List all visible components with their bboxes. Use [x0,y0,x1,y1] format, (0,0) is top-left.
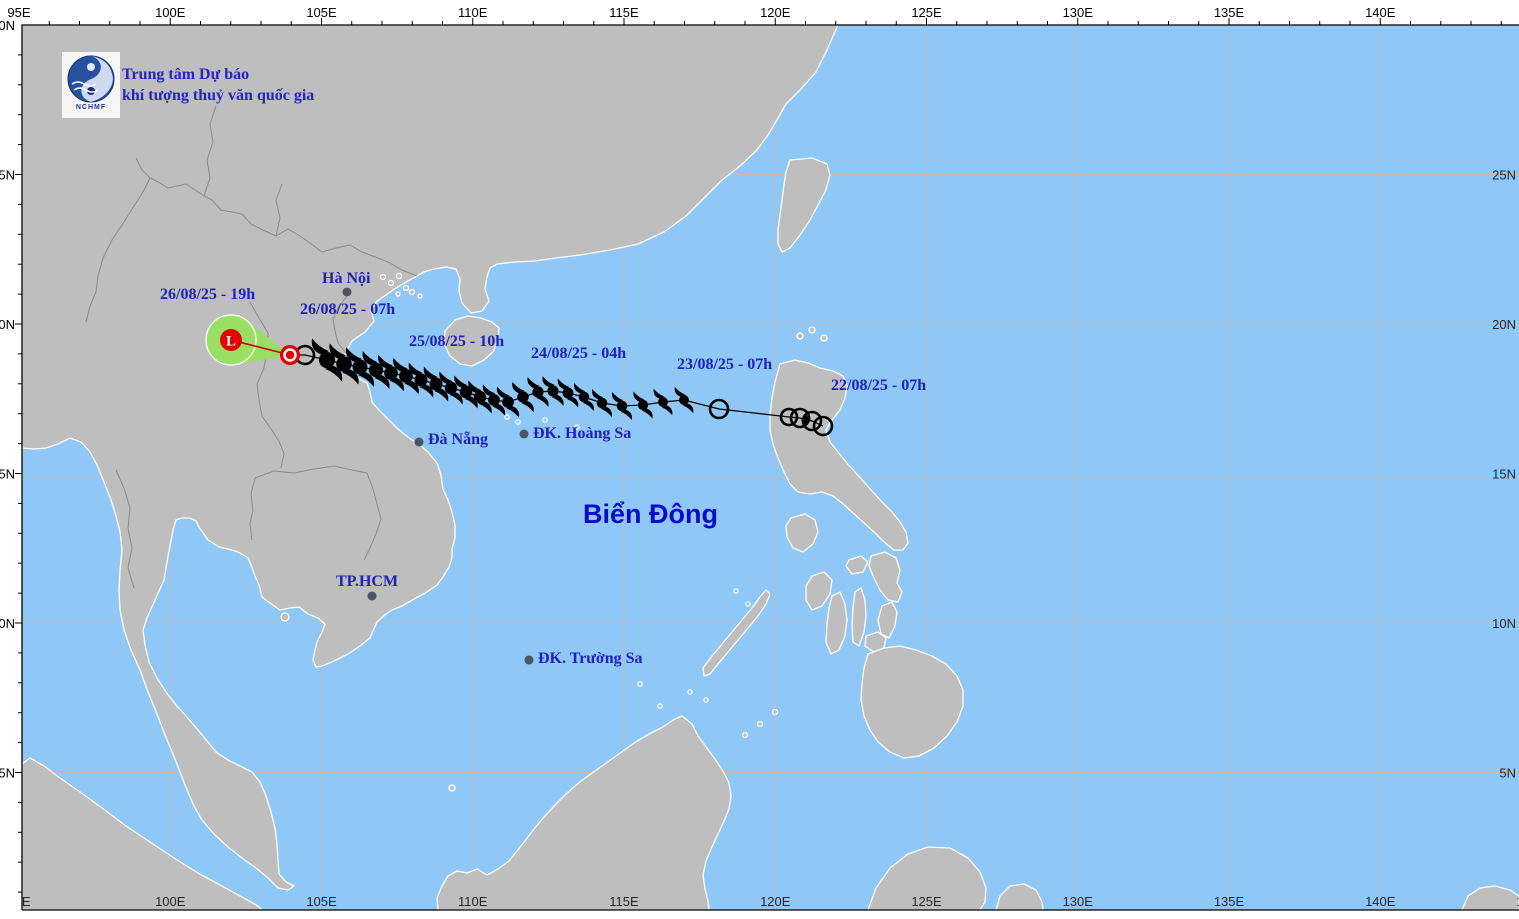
axis-label-bottom: 115E [609,894,639,909]
city-dot [415,438,424,447]
axis-label-left: 5N [0,766,15,781]
low-pressure-letter: L [226,334,236,350]
axis-label-top: 130E [1063,5,1094,20]
current-position-marker [280,345,300,365]
city-dot [525,656,534,665]
axis-label-bottom: 105E [306,894,337,909]
city-dot [520,430,529,439]
axis-label-top: 115E [609,5,639,20]
axis-label-right: 10N [1492,616,1516,631]
axis-label-right: 25N [1492,168,1516,183]
axis-label-bottom: 100E [155,894,186,909]
axis-label-left: 30N [0,18,15,33]
axis-label-right: 5N [1499,766,1516,781]
axis-label-bottom: 130E [1063,894,1094,909]
axis-label-bottom: 125E [911,894,942,909]
axis-label-top: 140E [1365,5,1396,20]
axis-label-right: 20N [1492,317,1516,332]
axis-label-top: 110E [458,5,488,20]
axis-label-bottom: 135E [1214,894,1245,909]
city-dot [368,592,377,601]
axis-label-top: 105E [306,5,337,20]
map-canvas: L 95E 100E 105E 110E 115E 120E 125E 130E 135E 140… [0,0,1519,919]
axis-label-bottom: 140E [1365,894,1396,909]
axis-label-top: 100E [155,5,186,20]
axis-label-left: 10N [0,616,15,631]
axis-label-bottom: 110E [458,894,488,909]
axis-label-top: 120E [760,5,791,20]
axis-label-left: 20N [0,317,15,332]
storm-track-map: L 95E 100E 105E 110E 115E 120E 125E 130E 135E 140… [0,0,1519,919]
axis-label-bottom: 120E [760,894,791,909]
axis-label-right: 15N [1492,467,1516,482]
axis-label-top: 125E [911,5,942,20]
axis-label-left: 25N [0,168,15,183]
axis-label-top: 135E [1214,5,1245,20]
axis-label-bottom: 95E [7,894,30,909]
city-dot [343,288,352,297]
axis-label-left: 15N [0,467,15,482]
